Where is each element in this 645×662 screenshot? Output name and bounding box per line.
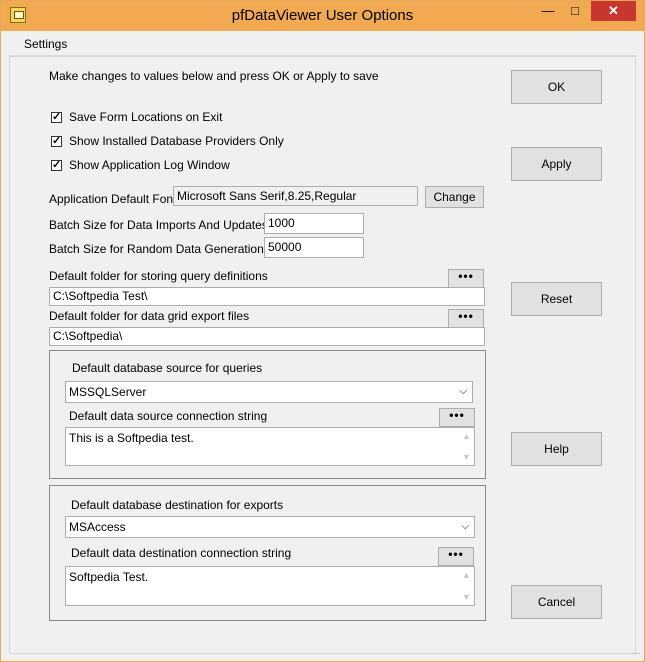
show-log-checkbox[interactable]	[51, 158, 62, 171]
reset-button[interactable]: Reset	[511, 282, 602, 316]
source-select[interactable]: MSSQLServer ⌵	[65, 381, 473, 403]
source-conn-scrollbar[interactable]: ▲ ▼	[459, 428, 474, 465]
export-folder-input[interactable]: C:\Softpedia\	[49, 327, 485, 346]
close-icon[interactable]: ✕	[591, 1, 636, 21]
query-folder-browse-button[interactable]: •••	[448, 269, 484, 288]
query-folder-input[interactable]: C:\Softpedia Test\	[49, 287, 485, 306]
source-label: Default database source for queries	[72, 361, 263, 375]
show-providers-label: Show Installed Database Providers Only	[69, 134, 284, 148]
settings-panel: Make changes to values below and press O…	[9, 56, 636, 654]
destination-selected-value: MSAccess	[69, 520, 126, 534]
change-font-button[interactable]: Change	[425, 186, 484, 208]
batch-import-input[interactable]: 1000	[264, 213, 364, 234]
source-selected-value: MSSQLServer	[69, 385, 147, 399]
export-folder-browse-button[interactable]: •••	[448, 309, 484, 328]
help-button[interactable]: Help	[511, 432, 602, 466]
save-locations-label: Save Form Locations on Exit	[69, 110, 223, 124]
scroll-up-icon[interactable]: ▲	[459, 431, 474, 441]
export-folder-label: Default folder for data grid export file…	[49, 309, 250, 323]
scroll-up-icon[interactable]: ▲	[459, 570, 474, 580]
source-conn-label: Default data source connection string	[69, 409, 268, 423]
destination-conn-value: Softpedia Test.	[69, 570, 149, 584]
show-log-label: Show Application Log Window	[69, 158, 230, 172]
intro-text: Make changes to values below and press O…	[49, 69, 379, 83]
source-conn-textarea[interactable]: This is a Softpedia test. ▲ ▼	[65, 427, 475, 466]
ok-button[interactable]: OK	[511, 70, 602, 104]
chevron-down-icon: ⌵	[461, 521, 469, 532]
query-folder-label: Default folder for storing query definit…	[49, 269, 268, 283]
scroll-down-icon[interactable]: ▼	[459, 452, 474, 462]
chevron-down-icon: ⌵	[459, 386, 467, 397]
apply-button[interactable]: Apply	[511, 147, 602, 181]
destination-conn-label: Default data destination connection stri…	[71, 546, 292, 560]
default-font-label: Application Default Font	[49, 192, 177, 206]
source-conn-browse-button[interactable]: •••	[439, 408, 475, 427]
menu-settings[interactable]: Settings	[24, 37, 67, 51]
minimize-icon[interactable]: —	[535, 1, 561, 21]
batch-import-label: Batch Size for Data Imports And Updates	[49, 218, 268, 232]
destination-label: Default database destination for exports	[71, 498, 284, 512]
options-window: pfDataViewer User Options — □ ✕ Settings…	[0, 0, 645, 662]
destination-conn-scrollbar[interactable]: ▲ ▼	[459, 567, 474, 605]
show-providers-checkbox[interactable]	[51, 134, 62, 147]
source-group: Default database source for queries MSSQ…	[49, 350, 486, 479]
destination-conn-browse-button[interactable]: •••	[438, 547, 474, 566]
destination-select[interactable]: MSAccess ⌵	[65, 516, 475, 538]
default-font-field: Microsoft Sans Serif,8.25,Regular	[173, 186, 418, 206]
scroll-down-icon[interactable]: ▼	[459, 592, 474, 602]
maximize-icon[interactable]: □	[562, 1, 588, 21]
batch-random-input[interactable]: 50000	[264, 237, 364, 258]
source-conn-value: This is a Softpedia test.	[69, 431, 194, 445]
resize-grip-icon[interactable]: ⋯	[632, 649, 642, 659]
cancel-button[interactable]: Cancel	[511, 585, 602, 619]
destination-group: Default database destination for exports…	[49, 485, 486, 621]
title-bar[interactable]: pfDataViewer User Options — □ ✕	[1, 1, 644, 31]
save-locations-checkbox[interactable]	[51, 110, 62, 123]
destination-conn-textarea[interactable]: Softpedia Test. ▲ ▼	[65, 566, 475, 606]
menu-bar: Settings	[9, 31, 636, 56]
batch-random-label: Batch Size for Random Data Generation	[49, 242, 264, 256]
